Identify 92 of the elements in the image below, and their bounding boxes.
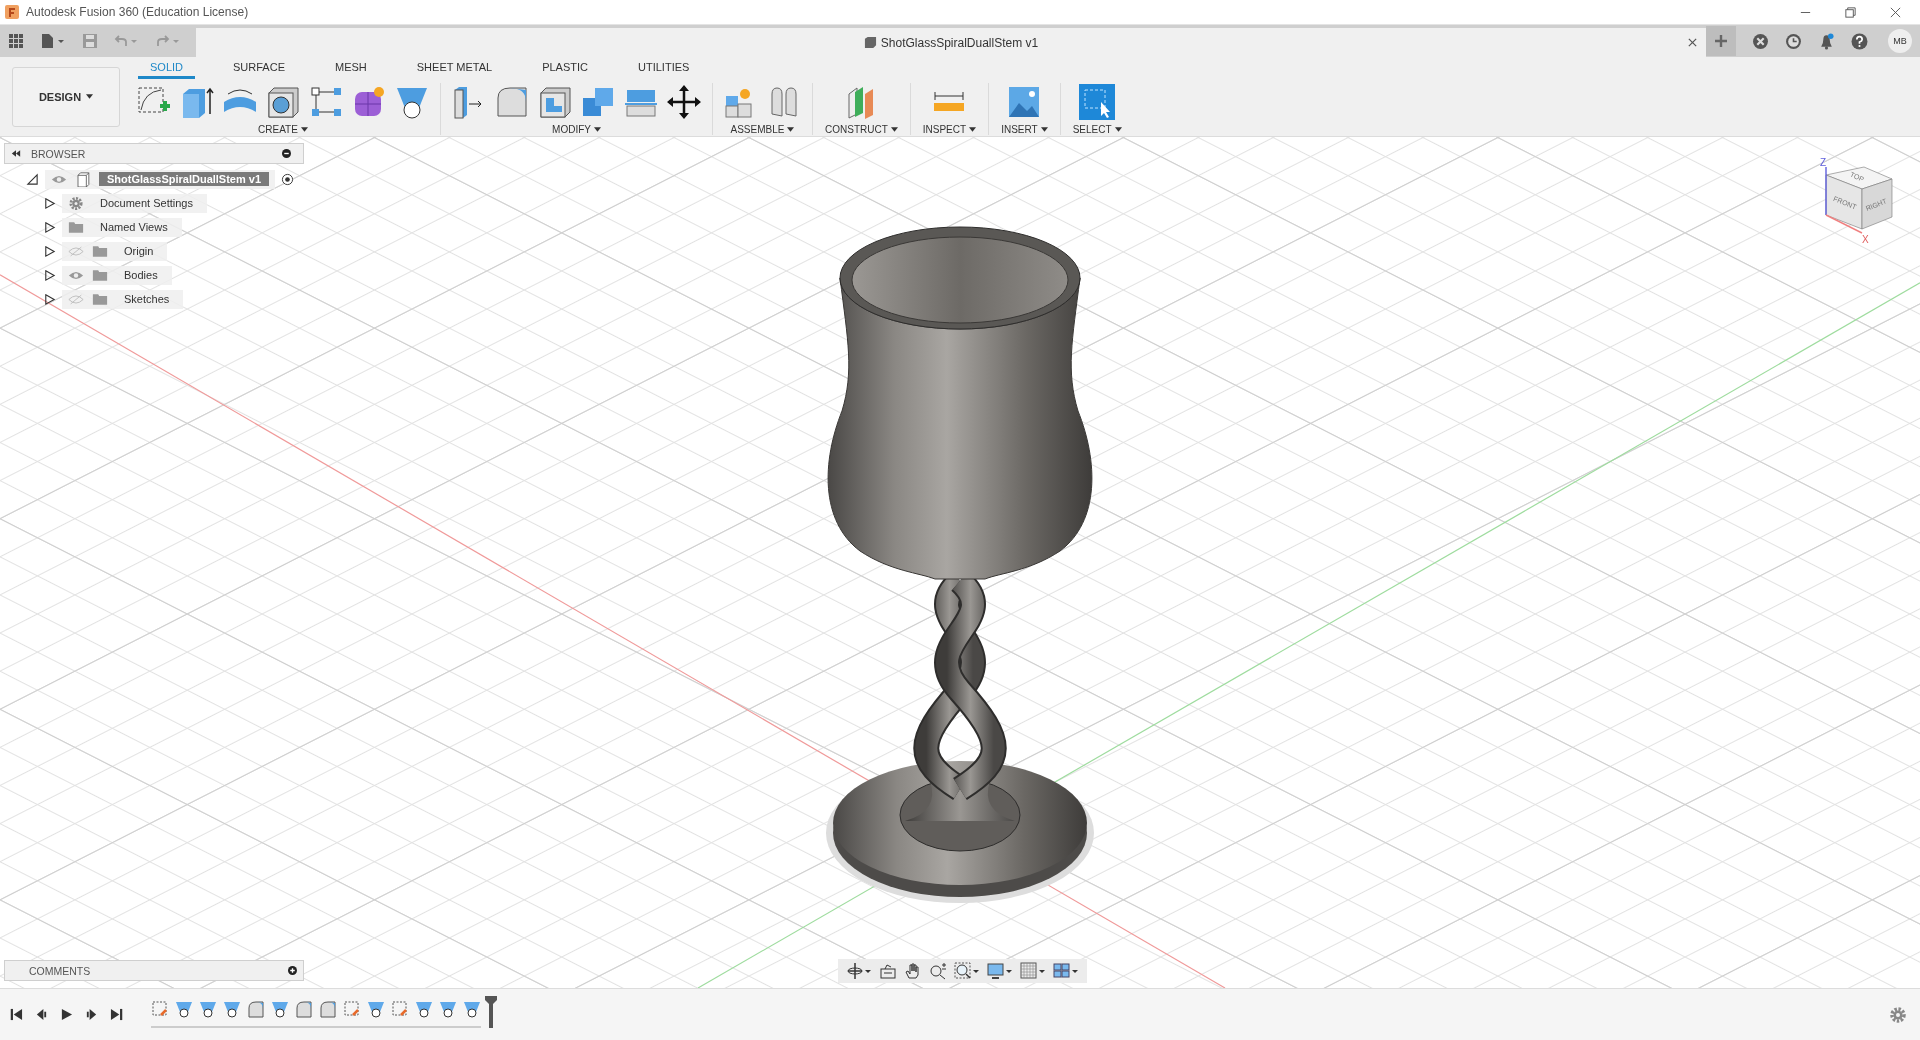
- window-title: Autodesk Fusion 360 (Education License): [26, 5, 249, 19]
- document-tab[interactable]: ShotGlassSpiralDuallStem v1: [196, 28, 1706, 57]
- select-window-icon[interactable]: [1079, 83, 1116, 120]
- look-at-icon[interactable]: [879, 962, 897, 980]
- zoom-icon[interactable]: [929, 962, 947, 980]
- step-back-icon[interactable]: [35, 1008, 48, 1021]
- sketch-feature-icon[interactable]: [343, 999, 361, 1018]
- expand-arrow-icon[interactable]: [26, 172, 39, 186]
- timeline-marker[interactable]: [485, 995, 497, 1028]
- loft-feature-icon[interactable]: [415, 999, 433, 1018]
- loft-feature-icon[interactable]: [439, 999, 457, 1018]
- close-icon[interactable]: [1687, 37, 1698, 48]
- display-settings-icon[interactable]: [987, 962, 1013, 980]
- x-axis-line: [1825, 214, 1863, 234]
- minus-circle-icon[interactable]: [282, 149, 291, 158]
- add-comment-icon[interactable]: [288, 966, 297, 975]
- group-dropdown[interactable]: MODIFY: [550, 120, 603, 135]
- document-title: ShotGlassSpiralDuallStem v1: [863, 35, 1039, 50]
- caret-icon: [593, 126, 601, 132]
- caret-icon: [787, 126, 795, 132]
- sketch-feature-icon[interactable]: [391, 999, 409, 1018]
- orbit-icon[interactable]: [846, 962, 872, 980]
- folder-icon: [92, 267, 108, 283]
- caret-icon: [86, 94, 94, 99]
- caret-icon: [969, 126, 977, 132]
- new-tab-icon[interactable]: [1706, 26, 1736, 56]
- expand-arrow-icon[interactable]: [43, 292, 56, 306]
- caret-icon: [300, 126, 308, 132]
- loft-feature-icon[interactable]: [223, 999, 241, 1018]
- go-to-start-icon[interactable]: [10, 1008, 23, 1021]
- toolbar-tab[interactable]: SHEET METAL: [404, 58, 505, 79]
- file-menu-icon[interactable]: [40, 33, 66, 49]
- browser-title: BROWSER: [31, 147, 86, 160]
- close-icon[interactable]: [1889, 5, 1902, 19]
- group-dropdown[interactable]: INSERT: [999, 120, 1050, 135]
- pan-hand-icon[interactable]: [904, 962, 922, 980]
- user-avatar[interactable]: MB: [1888, 29, 1912, 53]
- loft-feature-icon[interactable]: [175, 999, 193, 1018]
- grid-settings-icon[interactable]: [1020, 962, 1046, 980]
- component-box-icon: [75, 171, 91, 187]
- settings-icon[interactable]: [1890, 1006, 1906, 1023]
- z-axis-line: [1825, 166, 1827, 216]
- axis-label: Z: [1820, 157, 1827, 168]
- group-dropdown[interactable]: ASSEMBLE: [728, 120, 797, 135]
- group-dropdown[interactable]: INSPECT: [920, 120, 979, 135]
- help-icon[interactable]: [1851, 32, 1868, 50]
- toolbar-tab[interactable]: UTILITIES: [626, 58, 702, 79]
- go-to-end-icon[interactable]: [110, 1008, 123, 1021]
- group-dropdown[interactable]: CREATE: [256, 120, 310, 135]
- toolbar-tab[interactable]: MESH: [323, 58, 379, 79]
- toolbar-tab[interactable]: PLASTIC: [530, 58, 600, 79]
- workspace-dropdown[interactable]: DESIGN: [12, 66, 120, 127]
- folder-icon: [68, 219, 84, 235]
- move-icon[interactable]: [666, 83, 702, 120]
- expand-arrow-icon[interactable]: [43, 220, 56, 234]
- tree-item-label[interactable]: ShotGlassSpiralDuallStem v1: [99, 172, 270, 186]
- activate-radio-icon[interactable]: [281, 172, 295, 186]
- extensions-icon[interactable]: [1752, 32, 1769, 50]
- loft-feature-icon[interactable]: [463, 999, 481, 1018]
- loft-feature-icon[interactable]: [199, 999, 217, 1018]
- comments-title: COMMENTS: [29, 964, 91, 977]
- folder-icon: [92, 291, 108, 307]
- loft-feature-icon[interactable]: [367, 999, 385, 1018]
- toolbar-tab[interactable]: SURFACE: [221, 58, 297, 79]
- loft-feature-icon[interactable]: [271, 999, 289, 1018]
- apps-grid-icon[interactable]: [8, 33, 24, 49]
- group-dropdown[interactable]: SELECT: [1070, 120, 1124, 135]
- fillet-feature-icon[interactable]: [319, 999, 337, 1018]
- caret-icon: [890, 126, 898, 132]
- toolbar-tab[interactable]: SOLID: [138, 58, 195, 79]
- caret-icon: [1114, 126, 1122, 132]
- fillet-feature-icon[interactable]: [295, 999, 313, 1018]
- clock-icon[interactable]: [1785, 32, 1802, 50]
- fit-zoom-icon[interactable]: [954, 962, 980, 980]
- notification-bell-icon[interactable]: [1818, 32, 1835, 50]
- group-dropdown[interactable]: CONSTRUCT: [823, 120, 900, 135]
- document-cube-icon: [863, 36, 877, 49]
- app-logo-icon: [5, 5, 19, 19]
- folder-icon: [92, 243, 108, 259]
- expand-arrow-icon[interactable]: [43, 196, 56, 210]
- expand-arrow-icon[interactable]: [43, 244, 56, 258]
- view-cube[interactable]: [1825, 166, 1893, 230]
- axis-label: X: [1862, 234, 1869, 245]
- restore-icon[interactable]: [1844, 5, 1857, 19]
- sketch-feature-icon[interactable]: [151, 999, 169, 1018]
- viewports-icon[interactable]: [1053, 962, 1079, 980]
- collapse-panel-icon[interactable]: [11, 150, 21, 157]
- expand-arrow-icon[interactable]: [43, 268, 56, 282]
- play-icon[interactable]: [60, 1008, 73, 1021]
- fillet-feature-icon[interactable]: [247, 999, 265, 1018]
- caret-icon: [1040, 126, 1048, 132]
- step-forward-icon[interactable]: [85, 1008, 98, 1021]
